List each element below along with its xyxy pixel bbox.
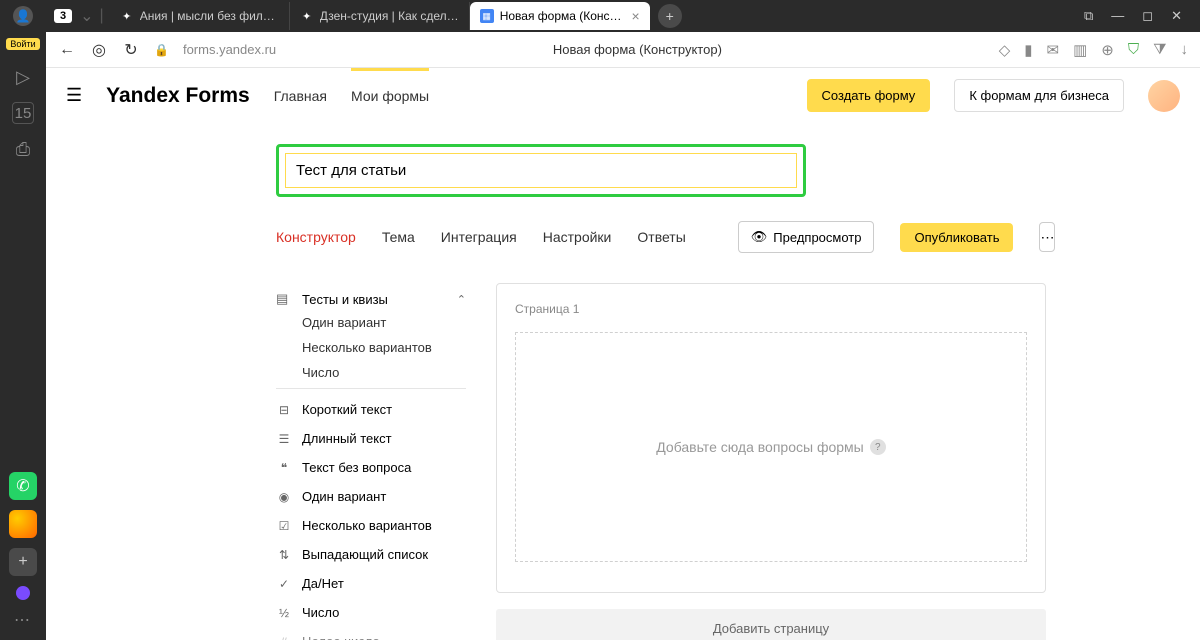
shield-icon[interactable]: ⛉ [1128,41,1139,58]
bookmark-icon[interactable]: ▮ [1024,41,1032,59]
forms-favicon-icon: ▦ [480,9,494,23]
play-icon[interactable]: ▷ [12,66,34,88]
tab-label: Новая форма (Конструктор) [500,9,626,23]
long-text-icon: ☰ [276,432,292,446]
chevron-up-icon: ⌃ [457,293,466,306]
widget-sub-many[interactable]: Несколько вариантов [302,340,466,355]
add-app-icon[interactable]: + [9,548,37,576]
download-icon[interactable]: ↓ [1181,41,1189,58]
url-text[interactable]: forms.yandex.ru [183,42,276,57]
tab-constructor[interactable]: Конструктор [276,229,356,245]
page-number-label: Страница 1 [515,302,1027,316]
mail-icon[interactable]: ✉ [1047,41,1060,59]
widget-no-question[interactable]: ❝Текст без вопроса [276,453,466,482]
star-icon: ✦ [120,9,134,23]
tab-answers[interactable]: Ответы [637,229,685,245]
tab-counter[interactable]: 3 [54,9,72,23]
copy-window-icon[interactable]: ⧉ [1084,8,1093,24]
short-text-icon: ⊟ [276,403,292,417]
maximize-icon[interactable]: ◻ [1142,8,1153,24]
browser-tab-active[interactable]: ▦ Новая форма (Конструктор) × [470,2,650,30]
app-header: ☰ Yandex Forms Главная Мои формы Создать… [46,68,1200,124]
dropdown-icon: ⇅ [276,548,292,562]
quiz-icon: ▤ [276,291,292,307]
preview-label: Предпросмотр [773,230,861,245]
widget-number[interactable]: ½Число [276,598,466,627]
user-avatar-icon[interactable]: 👤 [13,6,33,26]
widget-one-option[interactable]: ◉Один вариант [276,482,466,511]
form-tabs: Конструктор Тема Интеграция Настройки От… [276,221,1036,253]
tab-label: Ания | мысли без фильтра [140,9,279,23]
browser-tab[interactable]: ✦ Дзен-студия | Как сделать [290,2,470,30]
widget-dropdown[interactable]: ⇅Выпадающий список [276,540,466,569]
widget-whole-number[interactable]: #Целое число [276,627,466,640]
nav-myforms[interactable]: Мои формы [351,88,429,104]
folder-icon[interactable]: ▥ [1073,41,1087,59]
star-icon: ✦ [300,9,314,23]
dropzone-text: Добавьте сюда вопросы формы [656,439,863,455]
page-title: Новая форма (Конструктор) [290,42,985,57]
form-title-input[interactable] [285,153,797,188]
preview-button[interactable]: 👁 Предпросмотр [738,221,875,253]
login-badge[interactable]: Войти [6,38,39,50]
address-bar: ← ◎ ↻ 🔒 forms.yandex.ru Новая форма (Кон… [46,32,1200,68]
form-canvas: Страница 1 Добавьте сюда вопросы формы ?… [496,283,1046,640]
yandex-icon[interactable] [9,510,37,538]
more-options-button[interactable]: ⋯ [1039,222,1055,252]
widget-short-text[interactable]: ⊟Короткий текст [276,395,466,424]
whatsapp-icon[interactable]: ✆ [9,472,37,500]
tab-settings[interactable]: Настройки [543,229,612,245]
help-icon[interactable]: ? [870,439,886,455]
fraction-icon: ½ [276,606,292,620]
minimize-icon[interactable]: ― [1111,8,1124,24]
new-tab-button[interactable]: + [658,4,682,28]
business-forms-button[interactable]: К формам для бизнеса [954,79,1124,112]
more-apps-icon[interactable]: ⋯ [14,610,32,630]
close-tab-icon[interactable]: × [632,8,640,24]
nav-home[interactable]: Главная [274,88,327,104]
widget-sub-number[interactable]: Число [302,365,466,380]
widget-long-text[interactable]: ☰Длинный текст [276,424,466,453]
form-title-highlight [276,144,806,197]
reload-icon[interactable]: ↻ [122,40,140,60]
tab-integration[interactable]: Интеграция [441,229,517,245]
camera-icon[interactable]: ⎙ [12,138,34,160]
alice-icon[interactable] [16,586,30,600]
add-page-button[interactable]: Добавить страницу [496,609,1046,640]
create-form-button[interactable]: Создать форму [807,79,931,112]
user-avatar[interactable] [1148,80,1180,112]
hash-icon: # [276,635,292,640]
publish-button[interactable]: Опубликовать [900,223,1013,252]
app-logo[interactable]: Yandex Forms [106,84,250,108]
widget-group-tests[interactable]: ▤ Тесты и квизы ⌃ [276,283,466,315]
globe-icon[interactable]: ⊕ [1101,41,1114,59]
lock-icon: 🔒 [154,43,169,57]
widget-many-options[interactable]: ☑Несколько вариантов [276,511,466,540]
text-icon: ❝ [276,461,292,475]
browser-tab[interactable]: ✦ Ания | мысли без фильтра [110,2,290,30]
close-window-icon[interactable]: ✕ [1171,8,1182,24]
widget-sub-one[interactable]: Один вариант [302,315,466,330]
tab-theme[interactable]: Тема [382,229,415,245]
checkbox-icon: ☑ [276,519,292,533]
eye-icon: 👁 [751,229,768,245]
zen-icon[interactable]: ◇ [999,41,1011,59]
extension-icon[interactable]: ⧩ [1153,41,1166,58]
calendar-icon[interactable]: 15 [12,102,34,124]
widget-yes-no[interactable]: ✓Да/Нет [276,569,466,598]
hamburger-icon[interactable]: ☰ [66,85,82,106]
questions-dropzone[interactable]: Добавьте сюда вопросы формы ? [515,332,1027,562]
widgets-panel: ▤ Тесты и квизы ⌃ Один вариант Несколько… [276,283,466,640]
tab-label: Дзен-студия | Как сделать [320,9,459,23]
os-sidebar: 👤 Войти ▷ 15 ⎙ ✆ + ⋯ [0,0,46,640]
page-card: Страница 1 Добавьте сюда вопросы формы ? [496,283,1046,593]
browser-tabbar: 3 ⌄ | ✦ Ания | мысли без фильтра ✦ Дзен-… [46,0,1200,32]
tabs-chevron-icon[interactable]: ⌄ [80,6,93,26]
yandex-ring-icon[interactable]: ◎ [90,40,108,60]
radio-icon: ◉ [276,490,292,504]
check-icon: ✓ [276,577,292,591]
back-icon[interactable]: ← [58,41,76,59]
widget-label: Тесты и квизы [302,292,388,307]
